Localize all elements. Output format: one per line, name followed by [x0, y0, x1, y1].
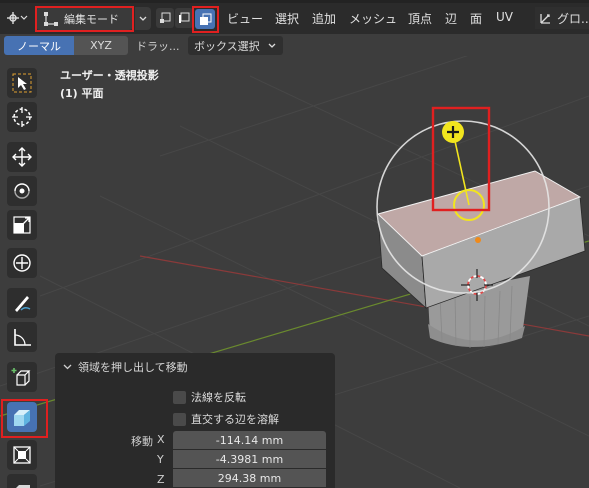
edge-select-icon	[179, 12, 190, 23]
inset-faces-icon	[13, 446, 31, 464]
transform-orientation-button[interactable]: グロ...	[535, 7, 589, 29]
menu-uv[interactable]: UV	[496, 10, 513, 24]
edit-mode-icon	[44, 11, 58, 26]
cursor-icon	[12, 107, 32, 127]
menu-view[interactable]: ビュー	[227, 10, 263, 27]
dissolve-orthogonal-checkbox-row[interactable]: 直交する辺を溶解	[173, 411, 279, 427]
top-strip	[0, 0, 589, 3]
flip-normals-checkbox-row[interactable]: 法線を反転	[173, 389, 246, 405]
scale-icon	[13, 216, 31, 234]
box-select-dropdown[interactable]: ボックス選択	[188, 36, 283, 55]
dissolve-orthogonal-label: 直交する辺を溶解	[191, 413, 279, 426]
rotate-icon	[14, 183, 30, 199]
redo-panel-header[interactable]: 領域を押し出して移動	[63, 359, 188, 375]
chevron-down-icon	[268, 43, 276, 48]
tool-settings-bar: ノーマル XYZ ドラッ... ボックス選択	[0, 34, 589, 56]
move-z-field[interactable]: 294.38 mm	[173, 469, 326, 487]
menu-select[interactable]: 選択	[275, 10, 299, 27]
redo-panel: 領域を押し出して移動 法線を反転 直交する辺を溶解 移動 X -114.14 m…	[55, 353, 335, 488]
move-icon	[12, 147, 32, 167]
flip-normals-checkbox[interactable]	[173, 390, 186, 404]
measure-icon	[14, 329, 31, 346]
bevel-icon	[16, 485, 30, 488]
face-select-icon	[199, 13, 211, 25]
chevron-down-icon	[139, 16, 147, 21]
mode-select[interactable]: 編集モード	[36, 7, 133, 30]
object-name: (1) 平面	[60, 87, 104, 100]
menu-face[interactable]: 面	[470, 10, 482, 27]
tool-cursor[interactable]	[7, 102, 37, 132]
tool-transform[interactable]	[7, 248, 37, 278]
mode-label: 編集モード	[64, 12, 119, 26]
origin-point	[475, 237, 481, 243]
editor-type-icon	[7, 12, 28, 24]
flip-normals-label: 法線を反転	[191, 391, 246, 404]
redo-panel-title: 領域を押し出して移動	[78, 361, 188, 374]
tool-add-cube[interactable]	[7, 362, 37, 392]
mode-dropdown-chevron[interactable]	[135, 7, 151, 30]
extruded-block	[377, 170, 586, 309]
annotate-icon	[15, 296, 31, 312]
editor-type-button[interactable]	[2, 7, 32, 29]
tool-bevel[interactable]	[7, 474, 37, 488]
view-name: ユーザー・透視投影	[60, 69, 159, 82]
move-y-label: Y	[157, 453, 164, 466]
transform-icon	[13, 254, 31, 272]
edge-select-button[interactable]	[175, 8, 193, 28]
chevron-down-icon	[63, 364, 72, 370]
tool-scale[interactable]	[7, 210, 37, 240]
tool-select-box[interactable]	[7, 68, 37, 98]
tool-shelf	[0, 62, 48, 488]
tool-measure[interactable]	[7, 322, 37, 352]
move-y-field[interactable]: -4.3981 mm	[173, 450, 326, 468]
face-select-button[interactable]	[195, 9, 215, 29]
menu-add[interactable]: 追加	[312, 10, 336, 27]
menu-mesh[interactable]: メッシュ	[349, 10, 397, 27]
tool-extrude-region[interactable]	[7, 402, 37, 432]
add-cube-icon	[11, 368, 31, 386]
move-x-label: X	[157, 433, 165, 446]
tool-annotate[interactable]	[7, 288, 37, 318]
menu-edge[interactable]: 辺	[445, 10, 457, 27]
menu-vertex[interactable]: 頂点	[408, 10, 432, 27]
viewport-info: ユーザー・透視投影 (1) 平面	[60, 67, 159, 103]
transform-orientation-icon	[540, 14, 550, 24]
box-select-label: ボックス選択	[194, 39, 260, 53]
dissolve-orthogonal-checkbox[interactable]	[173, 412, 186, 426]
vertex-select-button[interactable]	[156, 8, 174, 28]
orientation-xyz-button[interactable]: XYZ	[74, 36, 128, 55]
select-box-icon	[12, 73, 32, 93]
move-label: 移動	[131, 435, 153, 448]
tool-move[interactable]	[7, 142, 37, 172]
move-z-label: Z	[157, 473, 165, 486]
tool-inset-faces[interactable]	[7, 440, 37, 470]
move-x-field[interactable]: -114.14 mm	[173, 431, 326, 449]
transform-orientation-label: グロ...	[557, 11, 589, 26]
vertex-select-icon	[160, 12, 171, 23]
extrude-region-icon	[14, 410, 30, 426]
drag-label: ドラッ...	[136, 40, 180, 53]
orientation-normal-button[interactable]: ノーマル	[4, 36, 74, 55]
tool-rotate[interactable]	[7, 176, 37, 206]
header-bar: 編集モード ビュー 選択 追加 メッシュ 頂点 辺 面 UV グロ...	[0, 0, 589, 34]
